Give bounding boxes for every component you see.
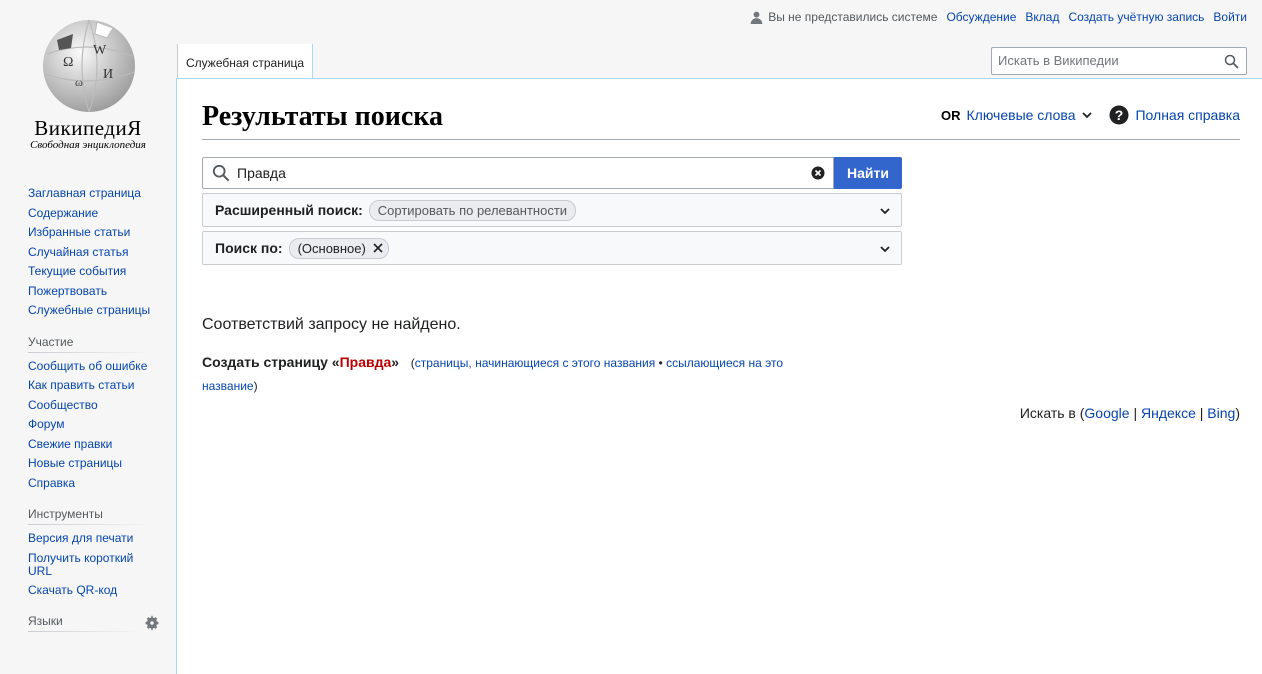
sidebar-item-recent-changes[interactable]: Свежие правки xyxy=(28,435,176,455)
user-icon xyxy=(750,11,763,24)
create-page-line: Создать страницу «Правда» (страницы, нач… xyxy=(202,351,802,397)
clear-icon[interactable] xyxy=(811,166,825,180)
sidebar-item-help[interactable]: Справка xyxy=(28,474,176,494)
sidebar-item-contents[interactable]: Содержание xyxy=(28,204,176,224)
namespace-chip-label: (Основное) xyxy=(297,240,366,256)
full-help-link[interactable]: Полная справка xyxy=(1135,107,1240,123)
close-icon[interactable] xyxy=(372,242,384,254)
external-search: Искать в (Google | Яндексе | Bing) xyxy=(1020,405,1240,421)
chevron-down-icon[interactable] xyxy=(1081,109,1093,121)
advanced-search-label: Расширенный поиск: xyxy=(215,202,363,218)
page-indicators: OR Ключевые слова ? Полная справка xyxy=(941,105,1240,125)
logo-tagline: Свободная энциклопедия xyxy=(30,139,146,151)
sidebar-participation: Участие Сообщить об ошибке Как править с… xyxy=(0,334,176,494)
external-sep: | xyxy=(1195,405,1208,421)
search-input-value: Правда xyxy=(237,165,286,181)
sidebar-item-forum[interactable]: Форум xyxy=(28,415,176,435)
google-link[interactable]: Google xyxy=(1084,405,1129,421)
talk-link[interactable]: Обсуждение xyxy=(946,10,1016,24)
gear-icon[interactable] xyxy=(144,615,160,631)
keywords-link[interactable]: Ключевые слова xyxy=(967,107,1076,123)
anon-text: Вы не представились системе xyxy=(768,10,938,24)
contributions-link[interactable]: Вклад xyxy=(1025,10,1059,24)
sidebar-tools: Инструменты Версия для печати Получить к… xyxy=(0,507,176,600)
content-area: Результаты поиска OR Ключевые слова ? По… xyxy=(176,78,1262,674)
sidebar-heading-participation: Участие xyxy=(28,334,152,353)
search-input[interactable]: Правда xyxy=(202,157,834,189)
find-button[interactable]: Найти xyxy=(834,157,902,189)
sidebar-heading-languages: Языки xyxy=(28,614,140,632)
anon-notice: Вы не представились системе xyxy=(750,10,937,24)
personal-tools: Вы не представились системе Обсуждение В… xyxy=(750,10,1247,24)
sidebar-languages: Языки xyxy=(0,614,176,632)
sidebar-item-featured[interactable]: Избранные статьи xyxy=(28,223,176,243)
bullet-separator: • xyxy=(655,356,667,370)
chevron-down-icon[interactable] xyxy=(879,205,891,217)
namespace-chip[interactable]: (Основное) xyxy=(288,237,389,259)
sidebar-item-special-pages[interactable]: Служебные страницы xyxy=(28,301,176,321)
bing-link[interactable]: Bing xyxy=(1207,405,1235,421)
wikipedia-globe-icon: Ω W И ω xyxy=(43,19,135,113)
sidebar-item-qr-code[interactable]: Скачать QR-код xyxy=(28,581,176,601)
paren-close: ) xyxy=(253,379,258,393)
sidebar-main: Заглавная страница Содержание Избранные … xyxy=(0,184,176,321)
external-suffix: ) xyxy=(1235,405,1240,421)
sidebar-item-current-events[interactable]: Текущие события xyxy=(28,262,176,282)
site-logo[interactable]: Ω W И ω ВикипедиЯ Свободная энциклопедия xyxy=(0,0,176,160)
external-sep: | xyxy=(1129,405,1141,421)
create-prefix: Создать страницу « xyxy=(202,354,340,370)
svg-text:ω: ω xyxy=(75,75,83,89)
chevron-down-icon[interactable] xyxy=(879,243,891,255)
namespace-label: Поиск по: xyxy=(215,240,283,256)
login-link[interactable]: Войти xyxy=(1213,10,1247,24)
svg-text:И: И xyxy=(103,67,113,82)
sort-chip[interactable]: Сортировать по релевантности xyxy=(368,199,577,221)
header-search-placeholder: Искать в Википедии xyxy=(998,53,1119,68)
sidebar-item-main-page[interactable]: Заглавная страница xyxy=(28,184,176,204)
logo-wordmark: ВикипедиЯ xyxy=(34,116,142,140)
sidebar-item-donate[interactable]: Пожертвовать xyxy=(28,282,176,302)
external-prefix: Искать в ( xyxy=(1019,405,1085,421)
no-results-message: Соответствий запросу не найдено. xyxy=(202,316,461,333)
sidebar-item-short-url[interactable]: Получить короткий URL xyxy=(28,551,146,578)
or-label: OR xyxy=(941,107,961,123)
create-suffix: » xyxy=(391,354,400,370)
sidebar-item-community[interactable]: Сообщество xyxy=(28,396,176,416)
svg-text:W: W xyxy=(93,43,107,58)
sidebar-item-random[interactable]: Случайная статья xyxy=(28,243,176,263)
svg-text:Ω: Ω xyxy=(63,55,73,70)
create-page-link[interactable]: Правда xyxy=(340,354,392,370)
sidebar-item-report-error[interactable]: Сообщить об ошибке xyxy=(28,357,176,377)
page-title: Результаты поиска xyxy=(202,101,443,132)
sidebar: Заглавная страница Содержание Избранные … xyxy=(0,184,176,646)
sidebar-item-how-to-edit[interactable]: Как править статьи xyxy=(28,376,176,396)
search-icon[interactable] xyxy=(1224,54,1239,69)
search-icon xyxy=(212,164,230,182)
sidebar-item-print-version[interactable]: Версия для печати xyxy=(28,529,176,549)
help-icon[interactable]: ? xyxy=(1109,105,1129,125)
sidebar-item-new-pages[interactable]: Новые страницы xyxy=(28,454,176,474)
create-account-link[interactable]: Создать учётную запись xyxy=(1068,10,1204,24)
yandex-link[interactable]: Яндексе xyxy=(1141,405,1196,421)
title-divider xyxy=(202,139,1240,140)
header-search-input[interactable]: Искать в Википедии xyxy=(991,47,1247,75)
tab-special-page[interactable]: Служебная страница xyxy=(177,44,314,79)
svg-text:?: ? xyxy=(1115,107,1124,123)
advanced-search-panel[interactable]: Расширенный поиск: Сортировать по релева… xyxy=(202,193,902,227)
sidebar-heading-tools: Инструменты xyxy=(28,507,152,525)
namespace-panel[interactable]: Поиск по: (Основное) xyxy=(202,231,902,265)
prefix-index-link[interactable]: страницы, начинающиеся с этого названия xyxy=(415,356,655,370)
